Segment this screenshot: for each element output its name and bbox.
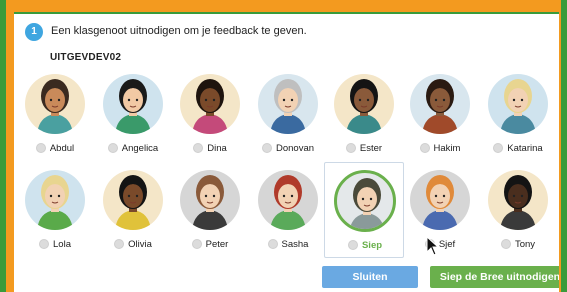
student-name: Olivia — [128, 238, 152, 250]
top-orange-border — [0, 0, 567, 12]
student-name: Tony — [514, 238, 536, 250]
student-name: Lola — [53, 238, 71, 250]
student-name-row: Angelica — [93, 141, 173, 155]
student-name-row: Siep — [325, 238, 405, 252]
invite-button[interactable]: Siep de Bree uitnodigen — [430, 266, 559, 288]
student-lola[interactable]: Lola — [15, 162, 95, 258]
left-orange-border — [6, 12, 14, 292]
student-name: Sjef — [438, 238, 456, 250]
right-orange-border — [559, 12, 561, 292]
student-name: Hakim — [433, 142, 461, 154]
student-avatar — [258, 74, 318, 134]
student-avatar — [488, 170, 548, 230]
student-radio[interactable] — [347, 240, 358, 250]
student-radio[interactable] — [500, 239, 511, 249]
student-olivia[interactable]: Olivia — [93, 162, 173, 258]
student-name-row: Peter — [170, 237, 250, 251]
student-name-row: Abdul — [15, 141, 95, 155]
student-avatar — [103, 74, 163, 134]
student-name-row: Olivia — [93, 237, 173, 251]
student-dina[interactable]: Dina — [170, 66, 250, 162]
student-avatar — [410, 74, 470, 134]
student-name-row: Ester — [324, 141, 404, 155]
student-name: Sasha — [281, 238, 309, 250]
student-avatar — [488, 74, 548, 134]
student-avatar — [334, 74, 394, 134]
student-name: Abdul — [49, 142, 75, 154]
student-peter[interactable]: Peter — [170, 162, 250, 258]
student-name: Ester — [359, 142, 383, 154]
student-siep[interactable]: Siep — [324, 162, 404, 258]
student-name-row: Sasha — [248, 237, 328, 251]
student-radio[interactable] — [35, 143, 46, 153]
student-name-row: Tony — [478, 237, 558, 251]
student-name-row: Sjef — [400, 237, 480, 251]
student-name: Donovan — [275, 142, 315, 154]
student-name-row: Dina — [170, 141, 250, 155]
student-name-row: Lola — [15, 237, 95, 251]
student-avatar — [180, 170, 240, 230]
student-sasha[interactable]: Sasha — [248, 162, 328, 258]
student-sjef[interactable]: Sjef — [400, 162, 480, 258]
student-donovan[interactable]: Donovan — [248, 66, 328, 162]
close-button[interactable]: Sluiten — [322, 266, 418, 288]
student-grid: Abdul Angelica Dina Donovan Ester Hakim Katari… — [14, 14, 559, 292]
student-name-row: Donovan — [248, 141, 328, 155]
student-name-row: Katarina — [478, 141, 558, 155]
student-radio[interactable] — [39, 239, 50, 249]
student-radio[interactable] — [193, 143, 204, 153]
student-avatar — [103, 170, 163, 230]
student-avatar — [25, 74, 85, 134]
right-green-border — [561, 0, 567, 292]
student-abdul[interactable]: Abdul — [15, 66, 95, 162]
student-radio[interactable] — [114, 239, 125, 249]
invite-dialog: 1 Een klasgenoot uitnodigen om je feedba… — [14, 14, 559, 292]
mouse-cursor-icon — [426, 235, 440, 261]
student-ester[interactable]: Ester — [324, 66, 404, 162]
student-radio[interactable] — [261, 143, 272, 153]
student-name: Angelica — [121, 142, 159, 154]
student-radio[interactable] — [267, 239, 278, 249]
student-radio[interactable] — [419, 143, 430, 153]
student-hakim[interactable]: Hakim — [400, 66, 480, 162]
student-name: Siep — [361, 239, 383, 251]
student-avatar — [25, 170, 85, 230]
student-katarina[interactable]: Katarina — [478, 66, 558, 162]
student-avatar — [410, 170, 470, 230]
student-angelica[interactable]: Angelica — [93, 66, 173, 162]
student-radio[interactable] — [107, 143, 118, 153]
student-radio[interactable] — [345, 143, 356, 153]
student-avatar — [334, 170, 396, 232]
student-tony[interactable]: Tony — [478, 162, 558, 258]
student-name-row: Hakim — [400, 141, 480, 155]
student-radio[interactable] — [493, 143, 504, 153]
student-avatar — [180, 74, 240, 134]
student-radio[interactable] — [191, 239, 202, 249]
student-name: Dina — [207, 142, 227, 154]
student-avatar — [258, 170, 318, 230]
student-name: Peter — [205, 238, 229, 250]
student-name: Katarina — [507, 142, 543, 154]
